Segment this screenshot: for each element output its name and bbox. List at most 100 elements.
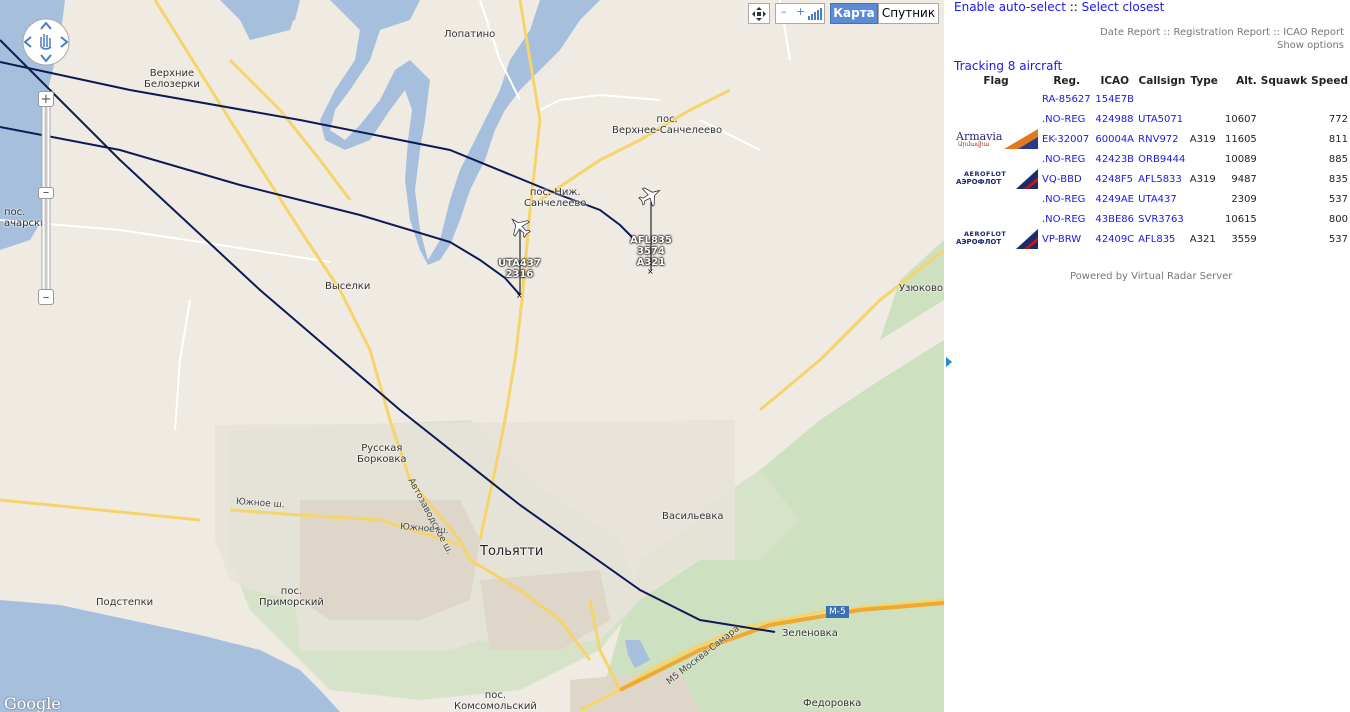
speed-cell: 772 bbox=[1328, 113, 1348, 125]
aeroflot-tail-icon bbox=[1016, 169, 1038, 189]
type-cell: A321 bbox=[1189, 233, 1216, 245]
place-label: Лопатино bbox=[444, 29, 496, 40]
mini-zoom-control[interactable]: – + bbox=[775, 3, 825, 24]
aircraft-altitude: 3574 bbox=[636, 246, 665, 257]
tracking-count: Tracking 8 aircraft bbox=[954, 59, 1063, 73]
select-closest-link[interactable]: Select closest bbox=[1082, 0, 1165, 14]
callsign-cell: UTA437 bbox=[1138, 193, 1177, 205]
squawk-cell bbox=[1259, 189, 1309, 209]
separator: :: bbox=[1065, 0, 1082, 14]
table-row[interactable]: .NO-REG 4249AE UTA437 2309 537 bbox=[952, 189, 1350, 209]
table-row[interactable]: RA-85627 154E7B bbox=[952, 89, 1350, 109]
report-links: Date Report :: Registration Report :: IC… bbox=[1100, 26, 1344, 52]
alt-cell: 11605 bbox=[1224, 133, 1257, 145]
place-label: Русская Борковка bbox=[357, 443, 407, 465]
separator: :: bbox=[1160, 27, 1174, 38]
alt-cell: 9487 bbox=[1231, 173, 1257, 185]
alt-cell: 3559 bbox=[1231, 233, 1257, 245]
callsign-cell bbox=[1136, 89, 1188, 109]
col-alt[interactable]: Alt. bbox=[1221, 73, 1259, 89]
type-cell bbox=[1188, 189, 1221, 209]
show-options-link[interactable]: Show options bbox=[1100, 39, 1344, 52]
col-icao[interactable]: ICAO bbox=[1093, 73, 1136, 89]
callsign-cell: AFL835 bbox=[1138, 233, 1176, 245]
aeroflot-tail-icon bbox=[1016, 229, 1038, 249]
place-label: Подстепки bbox=[96, 597, 154, 608]
squawk-cell bbox=[1259, 89, 1309, 109]
aircraft-label: AFL835 3574 A321 bbox=[630, 235, 672, 268]
table-row[interactable]: AEROFLOT АЭРОФЛОТ VQ-BBD 4248F5 AFL5833 … bbox=[952, 169, 1350, 189]
col-reg[interactable]: Reg. bbox=[1040, 73, 1093, 89]
fullscreen-button[interactable] bbox=[748, 3, 770, 24]
speed-cell: 885 bbox=[1328, 153, 1348, 165]
speed-cell: 537 bbox=[1328, 193, 1348, 205]
airline-logo-subtext: Արմավիա bbox=[958, 141, 990, 148]
col-flag[interactable]: Flag bbox=[952, 73, 1040, 89]
callsign-cell: AFL5833 bbox=[1138, 173, 1182, 185]
callsign-cell: SVR3763 bbox=[1138, 213, 1184, 225]
type-cell bbox=[1188, 209, 1221, 229]
col-type[interactable]: Type bbox=[1188, 73, 1221, 89]
aircraft-type: A321 bbox=[636, 257, 666, 268]
zoom-out-small-icon[interactable]: – bbox=[781, 5, 787, 18]
table-row[interactable]: AEROFLOT АЭРОФЛОТ VP-BRW 42409C AFL835 A… bbox=[952, 229, 1350, 249]
aircraft-label: UTA437 2316 bbox=[498, 258, 541, 280]
alt-cell: 10089 bbox=[1224, 153, 1257, 165]
flag-cell bbox=[952, 89, 1040, 109]
aircraft-icon[interactable] bbox=[637, 183, 663, 209]
auto-select-link[interactable]: Enable auto-select bbox=[954, 0, 1066, 14]
place-label-line: Верхнее-Санчелеево bbox=[612, 125, 723, 136]
squawk-cell bbox=[1259, 229, 1309, 249]
flag-cell bbox=[952, 109, 1040, 129]
place-label: пос. Ниж. Санчелеево bbox=[524, 187, 586, 209]
airline-logo-subtext: АЭРОФЛОТ bbox=[956, 178, 1002, 186]
col-speed[interactable]: Speed bbox=[1309, 73, 1350, 89]
aircraft-icon[interactable] bbox=[507, 214, 533, 240]
speed-cell bbox=[1309, 89, 1350, 109]
icao-cell: 42423B bbox=[1095, 153, 1135, 165]
pan-control[interactable] bbox=[19, 17, 73, 67]
place-label-line: Комсомольский bbox=[454, 701, 537, 712]
zoom-in-button[interactable]: + bbox=[38, 91, 54, 107]
google-logo: Google bbox=[4, 694, 61, 712]
col-squawk[interactable]: Squawk bbox=[1259, 73, 1309, 89]
zoom-handle[interactable]: – bbox=[38, 186, 54, 199]
move-icon bbox=[752, 6, 766, 21]
col-callsign[interactable]: Callsign bbox=[1136, 73, 1188, 89]
table-row[interactable]: .NO-REG 43BE86 SVR3763 10615 800 bbox=[952, 209, 1350, 229]
zoom-out-button[interactable]: – bbox=[38, 289, 54, 305]
registration-report-link[interactable]: Registration Report bbox=[1173, 27, 1270, 38]
place-label-line: Санчелеево bbox=[524, 198, 587, 209]
zoom-in-small-icon[interactable]: + bbox=[796, 5, 805, 18]
icao-cell: 60004A bbox=[1095, 133, 1135, 145]
icao-cell: 424988 bbox=[1095, 113, 1134, 125]
icao-cell: 154E7B bbox=[1095, 93, 1135, 105]
icao-report-link[interactable]: ICAO Report bbox=[1283, 27, 1344, 38]
selection-links: Enable auto-select :: Select closest bbox=[954, 0, 1164, 14]
alt-cell: 10615 bbox=[1224, 213, 1257, 225]
reg-cell: .NO-REG bbox=[1042, 153, 1086, 165]
place-label-line: Приморский bbox=[259, 597, 324, 608]
speed-cell: 835 bbox=[1328, 173, 1348, 185]
maptype-map-button[interactable]: Карта bbox=[830, 3, 878, 24]
flag-cell: AEROFLOT АЭРОФЛОТ bbox=[952, 169, 1040, 189]
table-row[interactable]: .NO-REG 42423B ORB9444 10089 885 bbox=[952, 149, 1350, 169]
reg-cell: EK-32007 bbox=[1042, 133, 1090, 145]
table-row[interactable]: Armavia Արմավիա EK-32007 60004A RNV972 A… bbox=[952, 129, 1350, 149]
alt-cell: 2309 bbox=[1231, 193, 1257, 205]
table-row[interactable]: .NO-REG 424988 UTA5071 10607 772 bbox=[952, 109, 1350, 129]
alt-cell bbox=[1221, 89, 1259, 109]
type-cell bbox=[1188, 109, 1221, 129]
squawk-cell bbox=[1259, 209, 1309, 229]
place-label: Васильевка bbox=[662, 511, 724, 522]
aeroflot-logo: AEROFLOT АЭРОФЛОТ bbox=[954, 169, 1038, 189]
armavia-tail-icon bbox=[1004, 129, 1038, 149]
place-label: пос. Комсомольский bbox=[454, 690, 537, 712]
map-view[interactable]: × × UTA437 2316 AFL835 3574 A321 Лопатин… bbox=[0, 0, 944, 712]
squawk-cell bbox=[1259, 169, 1309, 189]
speed-cell: 537 bbox=[1328, 233, 1348, 245]
date-report-link[interactable]: Date Report bbox=[1100, 27, 1160, 38]
maptype-satellite-button[interactable]: Спутник bbox=[878, 3, 939, 24]
city-label: Тольятти bbox=[480, 544, 544, 559]
reg-cell: VQ-BBD bbox=[1042, 173, 1082, 185]
